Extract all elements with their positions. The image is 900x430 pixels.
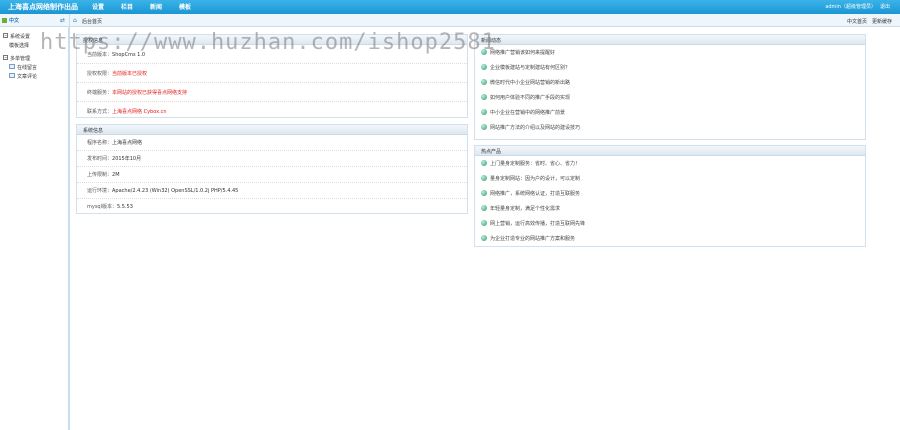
bullet-icon	[481, 205, 487, 211]
sidebar-item-label: 在线留言	[17, 65, 38, 71]
list-item[interactable]: 上门量身定制服务：省时、省心、省力！	[475, 156, 865, 171]
nav-item-settings[interactable]: 设置	[92, 2, 121, 11]
bullet-icon	[481, 109, 487, 115]
bullet-icon	[481, 235, 487, 241]
list-item[interactable]: 网上营销，运行高效传播，打造互联网先锋	[475, 216, 865, 231]
panel-title: 热点产品	[475, 146, 865, 156]
nav-item-news[interactable]: 新闻	[150, 2, 179, 11]
product-panel: 热点产品 上门量身定制服务：省时、省心、省力！ 量身定制网站：因为户的设计，可以…	[474, 145, 866, 247]
app-title: 上海喜点网络制作出品	[8, 3, 78, 11]
logout-link[interactable]: 退出	[880, 3, 890, 10]
collapse-icon[interactable]: −	[3, 55, 8, 60]
info-row: 上传限制：2M	[77, 167, 467, 183]
sidebar-group-system[interactable]: − 系统设置	[3, 33, 30, 40]
top-bar: 上海喜点网络制作出品 设置 栏目 新闻 模板 admin（超级管理员） 退出	[0, 0, 900, 14]
refresh-icon[interactable]: ⇄	[60, 17, 65, 24]
info-row: 联系方式：上海喜点网络 Cybox.cn	[87, 109, 167, 115]
bullet-icon	[481, 220, 487, 226]
bullet-icon	[481, 94, 487, 100]
language-label[interactable]: 中文	[9, 17, 19, 24]
sidebar-item-label: 文章评论	[17, 74, 38, 80]
list-item[interactable]: 为企业打造专业的网站推广方案和服务	[475, 231, 865, 246]
system-panel: 系统信息 程序名称：上海喜点网络 发布时间：2015年10月 上传限制：2M 运…	[76, 124, 468, 214]
user-bar: admin（超级管理员） 退出	[825, 3, 890, 10]
watermark-text: https://www.huzhan.com/ishop2581	[40, 30, 496, 55]
bullet-icon	[481, 175, 487, 181]
news-panel: 新闻动态 网络推广营销该如何来提醒好 企业模板建站与定制建站有何区别？ 微信时代…	[474, 34, 866, 140]
main-nav: 设置 栏目 新闻 模板	[92, 2, 208, 11]
document-icon	[9, 64, 15, 69]
info-row: 终端服务：本网站的授权已获得喜点网络支持	[77, 83, 467, 102]
sidebar-item-label: 模板选择	[9, 43, 30, 49]
list-item[interactable]: 中小企业在营销中的网络推广前景	[475, 105, 865, 120]
list-item[interactable]: 网络推广，系统网络认证，打造互联服务	[475, 186, 865, 201]
bullet-icon	[481, 79, 487, 85]
sidebar-item-template[interactable]: 模板选择	[9, 42, 29, 49]
list-item[interactable]: 微信时代中小企业网站营销的新出路	[475, 75, 865, 90]
panel-title: 系统信息	[77, 125, 467, 135]
list-item[interactable]: 网络推广营销该如何来提醒好	[475, 45, 865, 60]
list-item[interactable]: 年轻量身定制，满足个性化需求	[475, 201, 865, 216]
bullet-icon	[481, 160, 487, 166]
sidebar-item-messages[interactable]: 在线留言	[9, 64, 37, 71]
sidebar-header: 中文 ⇄	[0, 14, 70, 27]
subbar-links: 中文首页 更新缓存	[847, 18, 892, 25]
list-item[interactable]: 量身定制网站：因为户的设计，可以定制	[475, 171, 865, 186]
info-row: 授权权限：当前版本已授权	[77, 64, 467, 83]
link-home[interactable]: 中文首页	[847, 18, 867, 25]
bullet-icon	[481, 124, 487, 130]
list-item[interactable]: 企业模板建站与定制建站有何区别？	[475, 60, 865, 75]
info-row: 运行环境：Apache/2.4.23 (Win32) OpenSSL/1.0.2…	[77, 183, 467, 199]
nav-item-columns[interactable]: 栏目	[121, 2, 150, 11]
info-row: 发布时间：2015年10月	[77, 151, 467, 167]
language-flag-icon	[2, 18, 7, 23]
home-icon: ⌂	[73, 17, 77, 24]
list-item[interactable]: 如何用户体验不同的推广手段的实现	[475, 90, 865, 105]
sidebar-item-comments[interactable]: 文章评论	[9, 73, 37, 80]
list-item[interactable]: 网站推广方法的介绍以及网站的建设技巧	[475, 120, 865, 135]
breadcrumb[interactable]: 后台首页	[82, 18, 102, 25]
sidebar-group-label: 多单管理	[10, 56, 31, 62]
info-row: 程序名称：上海喜点网络	[77, 135, 467, 151]
collapse-icon[interactable]: −	[3, 33, 8, 38]
bullet-icon	[481, 64, 487, 70]
sub-bar: 中文 ⇄ ⌂ 后台首页 中文首页 更新缓存	[0, 14, 900, 27]
sidebar: − 系统设置 模板选择 − 多单管理 在线留言 文章评论	[0, 27, 70, 430]
panel-title: 新闻动态	[475, 35, 865, 45]
info-row: mysql版本：5.5.53	[87, 204, 133, 210]
sidebar-group-label: 系统设置	[10, 34, 31, 40]
bullet-icon	[481, 190, 487, 196]
link-update-cache[interactable]: 更新缓存	[872, 18, 892, 25]
user-info: admin（超级管理员）	[825, 4, 876, 10]
nav-item-templates[interactable]: 模板	[179, 2, 208, 11]
sidebar-group-orders[interactable]: − 多单管理	[3, 55, 30, 62]
document-icon	[9, 73, 15, 78]
